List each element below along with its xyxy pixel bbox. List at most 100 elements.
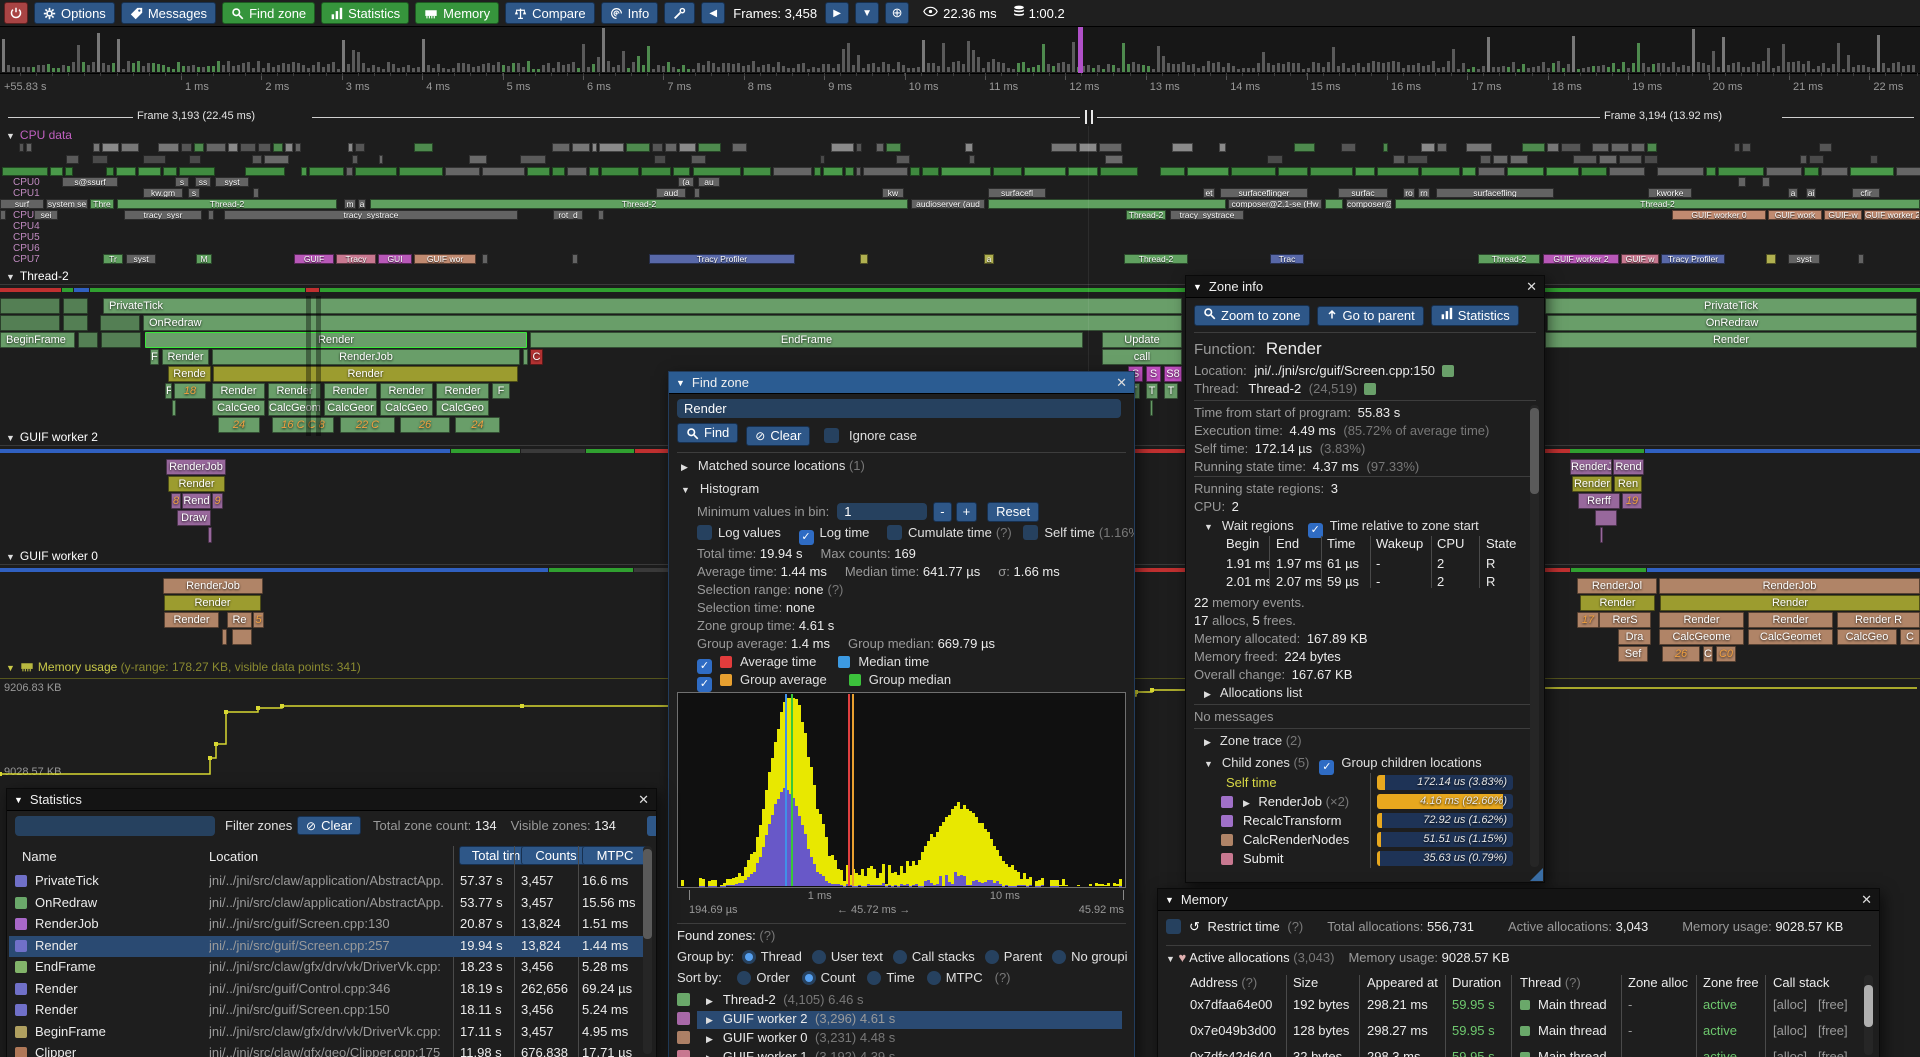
cpu-zone[interactable]	[860, 254, 868, 264]
zone-CalcGeome[interactable]: CalcGeome	[1659, 629, 1744, 645]
zone-26[interactable]: 26	[400, 417, 450, 433]
cpu-zone[interactable]: surfaceflinger	[1220, 188, 1308, 198]
cpu-zone[interactable]	[598, 210, 604, 220]
cpu-zone[interactable]	[988, 199, 1226, 209]
mem-col-appeared-at[interactable]: Appeared at	[1367, 975, 1438, 990]
mem-col-call-stack[interactable]: Call stack	[1773, 975, 1829, 990]
cpu-zone[interactable]: kw.gm	[143, 188, 183, 198]
compare-button[interactable]: Compare	[505, 2, 594, 24]
child-zone-row[interactable]: Submit	[1221, 851, 1283, 868]
allocations-list-expander[interactable]: ▶Allocations list	[1204, 685, 1302, 702]
zoom-to-zone-button[interactable]: Zoom to zone	[1194, 305, 1310, 326]
child-zone-row[interactable]: RecalcTransform	[1221, 813, 1341, 830]
zone-call[interactable]: call	[1102, 349, 1182, 365]
zone-Render[interactable]: Render	[168, 476, 225, 492]
zone-F([interactable]: F(	[150, 349, 159, 365]
zone-CalcGeomet[interactable]: CalcGeomet	[1748, 629, 1833, 645]
zone-Ren[interactable]: Ren	[1614, 476, 1642, 492]
sortby-radio-time[interactable]	[867, 971, 881, 985]
zone-Rend[interactable]: Rend	[1613, 459, 1644, 475]
zone-Render[interactable]: Render	[1659, 612, 1744, 628]
cpu-zone[interactable]	[694, 188, 700, 198]
sortby-radio-mtpc[interactable]	[927, 971, 941, 985]
cpu-zone[interactable]: surf	[0, 199, 44, 209]
zone-OnRedraw[interactable]: OnRedraw	[143, 315, 1182, 331]
restrict-time-checkbox[interactable]	[1166, 919, 1181, 934]
mem-col-duration[interactable]: Duration	[1452, 975, 1501, 990]
stats-row[interactable]: RenderJobjni/../jni/src/guif/Screen.cpp:…	[7, 916, 656, 933]
zone-Render[interactable]: Render	[268, 383, 321, 399]
cpu-zone[interactable]: m	[344, 199, 356, 209]
zone-Rend[interactable]: Rend	[182, 493, 211, 509]
zone-T[interactable]: T	[1146, 383, 1158, 399]
zone-block[interactable]	[0, 298, 60, 314]
filter-input[interactable]	[15, 816, 215, 836]
zone-16 C C 8[interactable]: 16 C C 8	[272, 417, 334, 433]
wait-regions-expander[interactable]: ▼Wait regions✓Time relative to zone star…	[1204, 518, 1479, 535]
cpu-zone[interactable]	[1762, 177, 1770, 187]
cpu-zone[interactable]: s@ssurf	[62, 177, 118, 187]
cpu-zone[interactable]: Thread-2	[1126, 210, 1166, 220]
zone-Render[interactable]: Render	[164, 612, 219, 628]
zone-OnRedraw[interactable]: OnRedraw	[1547, 315, 1917, 331]
cumulate-time-checkbox[interactable]	[887, 525, 902, 540]
zone-17[interactable]: 17	[1577, 612, 1599, 628]
memory-row[interactable]: 0x7e049b3d00128 bytes298.27 ms59.95 sMai…	[1158, 1023, 1879, 1041]
min-bin-input[interactable]: 1	[837, 503, 927, 520]
child-zones-expander[interactable]: ▼Child zones (5)✓Group children location…	[1204, 755, 1482, 772]
zone-C[interactable]: C	[1703, 646, 1713, 662]
cpu-zone[interactable]: a	[984, 254, 994, 264]
clipped-button[interactable]	[647, 816, 657, 836]
cpu-zone[interactable]: Thread-2	[1124, 254, 1188, 264]
cpu-zone[interactable]: syst	[1788, 254, 1820, 264]
stats-row[interactable]: OnRedrawjni/../jni/src/claw/application/…	[7, 895, 656, 912]
zone-S8[interactable]: S8	[1164, 366, 1182, 382]
log-time-checkbox[interactable]: ✓	[799, 530, 814, 545]
matched-locations-expander[interactable]: ▶Matched source locations (1)	[681, 458, 865, 475]
zone-Render[interactable]: Render	[145, 332, 527, 348]
zone-Render[interactable]: Render	[436, 383, 489, 399]
zone-Render[interactable]: Render	[164, 595, 261, 611]
bin-plus-button[interactable]: +	[956, 502, 978, 522]
sortby-radio-count[interactable]	[802, 971, 816, 985]
memory-usage-section-label[interactable]: ▼Memory usage (y-range: 178.27 KB, visib…	[6, 660, 361, 676]
groupby-radio-call-stacks[interactable]	[893, 950, 907, 964]
cpu-zone[interactable]: Thre	[90, 199, 114, 209]
child-zone-row[interactable]: CalcRenderNodes	[1221, 832, 1349, 849]
zone-RenderJo[interactable]: RenderJo	[1570, 459, 1612, 475]
mem-col-thread[interactable]: Thread (?)	[1520, 975, 1581, 990]
zone-trace-expander[interactable]: ▶Zone trace (2)	[1204, 733, 1302, 750]
cpu-zone[interactable]: syst	[215, 177, 249, 187]
groupby-radio-parent[interactable]	[985, 950, 999, 964]
cpu-zone[interactable]: composer@2.1-se (Hw	[1228, 199, 1322, 209]
cpu-zone[interactable]: GUIF work	[1768, 210, 1822, 220]
zone-RerS[interactable]: RerS	[1599, 612, 1651, 628]
zone-block[interactable]	[100, 315, 140, 331]
zone-22 C[interactable]: 22 C	[340, 417, 395, 433]
zone-C0[interactable]: C0	[1716, 646, 1736, 662]
col-location[interactable]: Location	[209, 849, 258, 864]
zone-PrivateTick[interactable]: PrivateTick	[103, 298, 1182, 314]
mem-col-size[interactable]: Size	[1293, 975, 1318, 990]
zone-F[interactable]: F	[165, 383, 172, 399]
zone-5[interactable]: 5	[253, 612, 264, 628]
sort-column-button[interactable]: Counts	[521, 846, 591, 865]
zone-RenderJob[interactable]: RenderJob	[212, 349, 520, 365]
cpu-zone[interactable]: surfac	[1338, 188, 1388, 198]
cpu-data-section-label[interactable]: ▼CPU data	[6, 128, 72, 142]
zone-Update[interactable]: Update	[1102, 332, 1182, 348]
cpu-zone[interactable]	[208, 210, 214, 220]
memory-row[interactable]: 0x7dfaa64e00192 bytes298.21 ms59.95 sMai…	[1158, 997, 1879, 1015]
statistics-button[interactable]: Statistics	[1431, 305, 1519, 326]
zone-block[interactable]	[63, 298, 88, 314]
cpu-zone[interactable]: tracy_sysr	[124, 210, 202, 220]
frame-overview-strip[interactable]	[0, 27, 1920, 74]
zone-Render[interactable]: Render	[1748, 612, 1833, 628]
histogram-plot[interactable]	[677, 692, 1126, 888]
zone-Render[interactable]: Render	[324, 383, 377, 399]
groupby-radio-no-groupi[interactable]	[1052, 950, 1066, 964]
zone-Render[interactable]: Render	[1580, 595, 1655, 611]
series-checkbox[interactable]: ✓	[697, 677, 712, 692]
zone-Render[interactable]: Render	[213, 366, 518, 382]
reset-button[interactable]: Reset	[987, 502, 1039, 522]
